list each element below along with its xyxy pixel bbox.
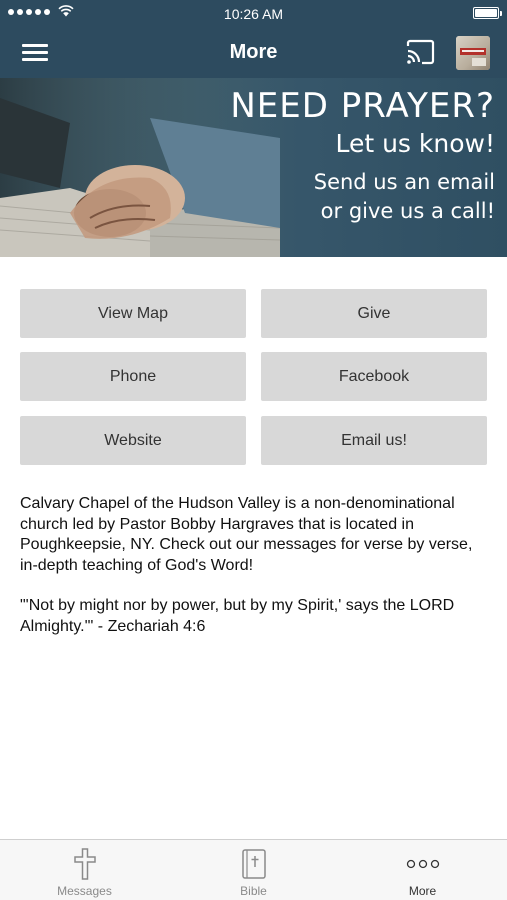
tab-messages[interactable]: Messages [0,840,169,900]
tab-bar: Messages Bible More [0,839,507,900]
prayer-banner[interactable]: NEED PRAYER? Let us know! Send us an ema… [0,78,507,257]
website-button[interactable]: Website [20,416,246,465]
tab-more[interactable]: More [338,840,507,900]
scripture-quote: "'Not by might nor by power, but by my S… [20,597,455,635]
status-time: 10:26 AM [223,6,284,22]
email-button[interactable]: Email us! [261,416,487,465]
banner-subhead: Let us know! [335,129,495,158]
tab-messages-label: Messages [57,884,112,898]
give-button[interactable]: Give [261,289,487,338]
banner-text: NEED PRAYER? Let us know! Send us an ema… [230,86,495,226]
banner-line-1: Send us an email [313,170,495,194]
church-logo-icon[interactable] [456,36,490,70]
status-bar: 10:26 AM [0,0,507,28]
banner-line-2: or give us a call! [320,199,495,223]
banner-headline: NEED PRAYER? [230,86,495,126]
cast-icon[interactable] [405,39,435,65]
battery-icon [473,7,502,19]
tab-bible-label: Bible [240,884,267,898]
tab-bible[interactable]: Bible [169,840,338,900]
more-dots-icon [406,859,439,869]
cross-icon [73,848,96,880]
tab-more-label: More [408,884,437,898]
nav-bar: More [0,28,507,78]
view-map-button[interactable]: View Map [20,289,246,338]
church-description: Calvary Chapel of the Hudson Valley is a… [20,494,490,657]
phone-button[interactable]: Phone [20,352,246,401]
bible-icon [241,849,266,879]
facebook-button[interactable]: Facebook [261,352,487,401]
description-paragraph: Calvary Chapel of the Hudson Valley is a… [20,495,473,574]
